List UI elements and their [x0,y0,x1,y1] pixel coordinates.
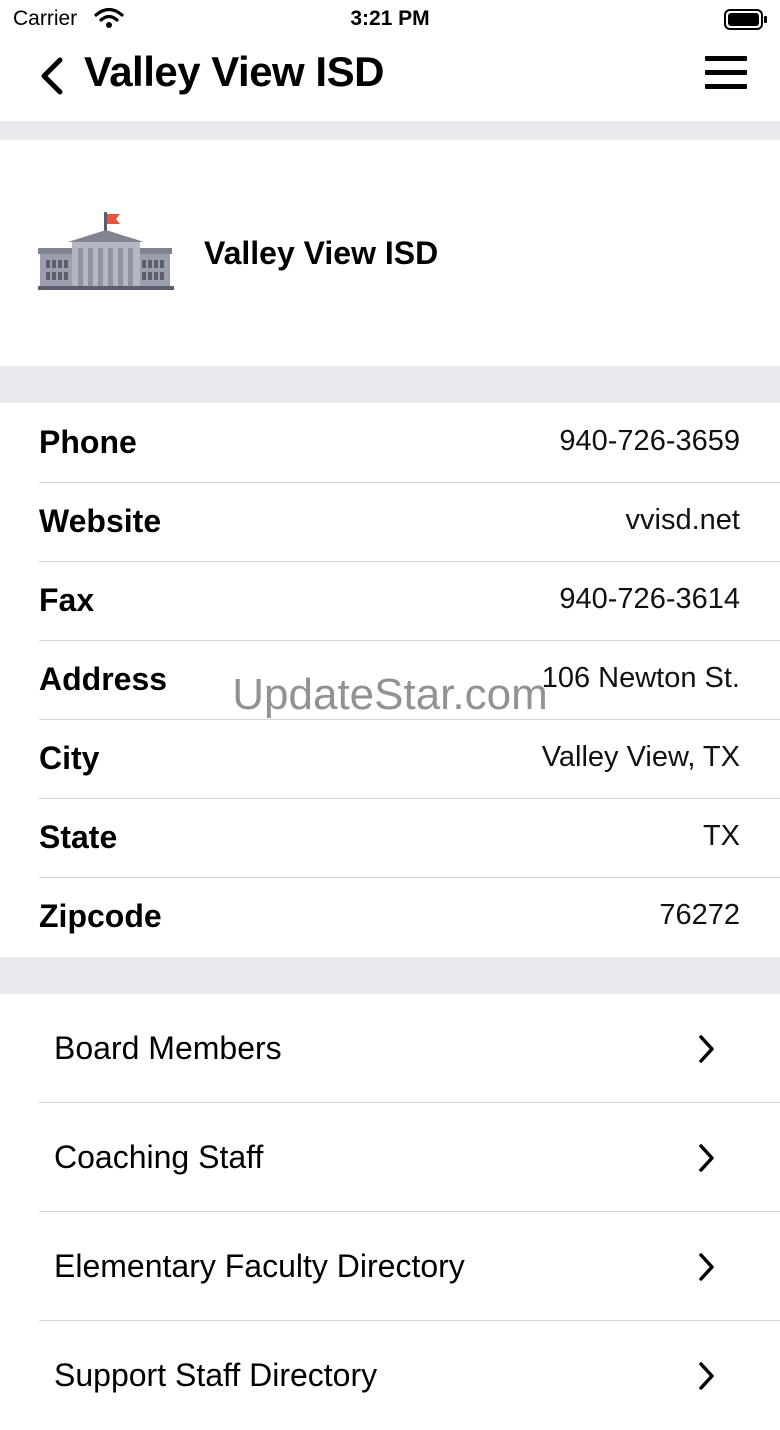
info-label: State [39,819,118,855]
link-elementary-faculty-directory[interactable]: Elementary Faculty Directory [0,1212,780,1321]
link-label: Elementary Faculty Directory [54,1248,465,1284]
link-support-staff-directory[interactable]: Support Staff Directory [0,1321,780,1430]
page-title: Valley View ISD [84,48,384,95]
info-row-address[interactable]: Address 106 Newton St. [0,640,780,720]
navigation-bar: Valley View ISD [0,40,780,120]
info-row-zipcode: Zipcode 76272 [0,877,780,956]
info-value: 76272 [659,899,740,931]
menu-button[interactable] [705,56,747,92]
info-label: Zipcode [39,898,162,934]
info-label: Phone [39,424,137,460]
hamburger-icon [705,56,747,61]
chevron-left-icon [41,57,63,95]
link-label: Board Members [54,1030,282,1066]
chevron-right-icon [699,1253,714,1281]
district-header: Valley View ISD [0,140,780,366]
info-row-city: City Valley View, TX [0,719,780,799]
district-name: Valley View ISD [204,235,439,271]
info-label: Fax [39,582,95,618]
back-button[interactable] [36,56,66,96]
info-row-state: State TX [0,798,780,878]
info-label: Website [39,503,162,539]
battery-icon [724,9,768,36]
clock: 3:21 PM [350,7,430,30]
info-value: Valley View, TX [541,741,740,773]
info-value: 940-726-3659 [559,425,740,457]
link-board-members[interactable]: Board Members [0,994,780,1103]
status-bar: Carrier 3:21 PM [0,0,780,40]
info-value: vvisd.net [625,504,740,536]
link-label: Support Staff Directory [54,1357,378,1393]
link-label: Coaching Staff [54,1139,264,1175]
info-row-fax: Fax 940-726-3614 [0,561,780,641]
directory-links: Board Members Coaching Staff Elementary … [0,994,780,1430]
section-divider [0,957,780,994]
info-value: 940-726-3614 [559,583,740,615]
chevron-right-icon [699,1035,714,1063]
info-row-phone[interactable]: Phone 940-726-3659 [0,403,780,483]
info-label: Address [39,661,168,697]
link-coaching-staff[interactable]: Coaching Staff [0,1103,780,1212]
contact-info-list: Phone 940-726-3659 Website vvisd.net Fax… [0,403,780,956]
info-value: 106 Newton St. [541,662,740,694]
section-divider [0,366,780,403]
info-row-website[interactable]: Website vvisd.net [0,482,780,562]
info-label: City [39,740,100,776]
building-icon [38,212,174,297]
info-value: TX [702,820,740,852]
chevron-right-icon [699,1144,714,1172]
section-divider [0,121,780,140]
